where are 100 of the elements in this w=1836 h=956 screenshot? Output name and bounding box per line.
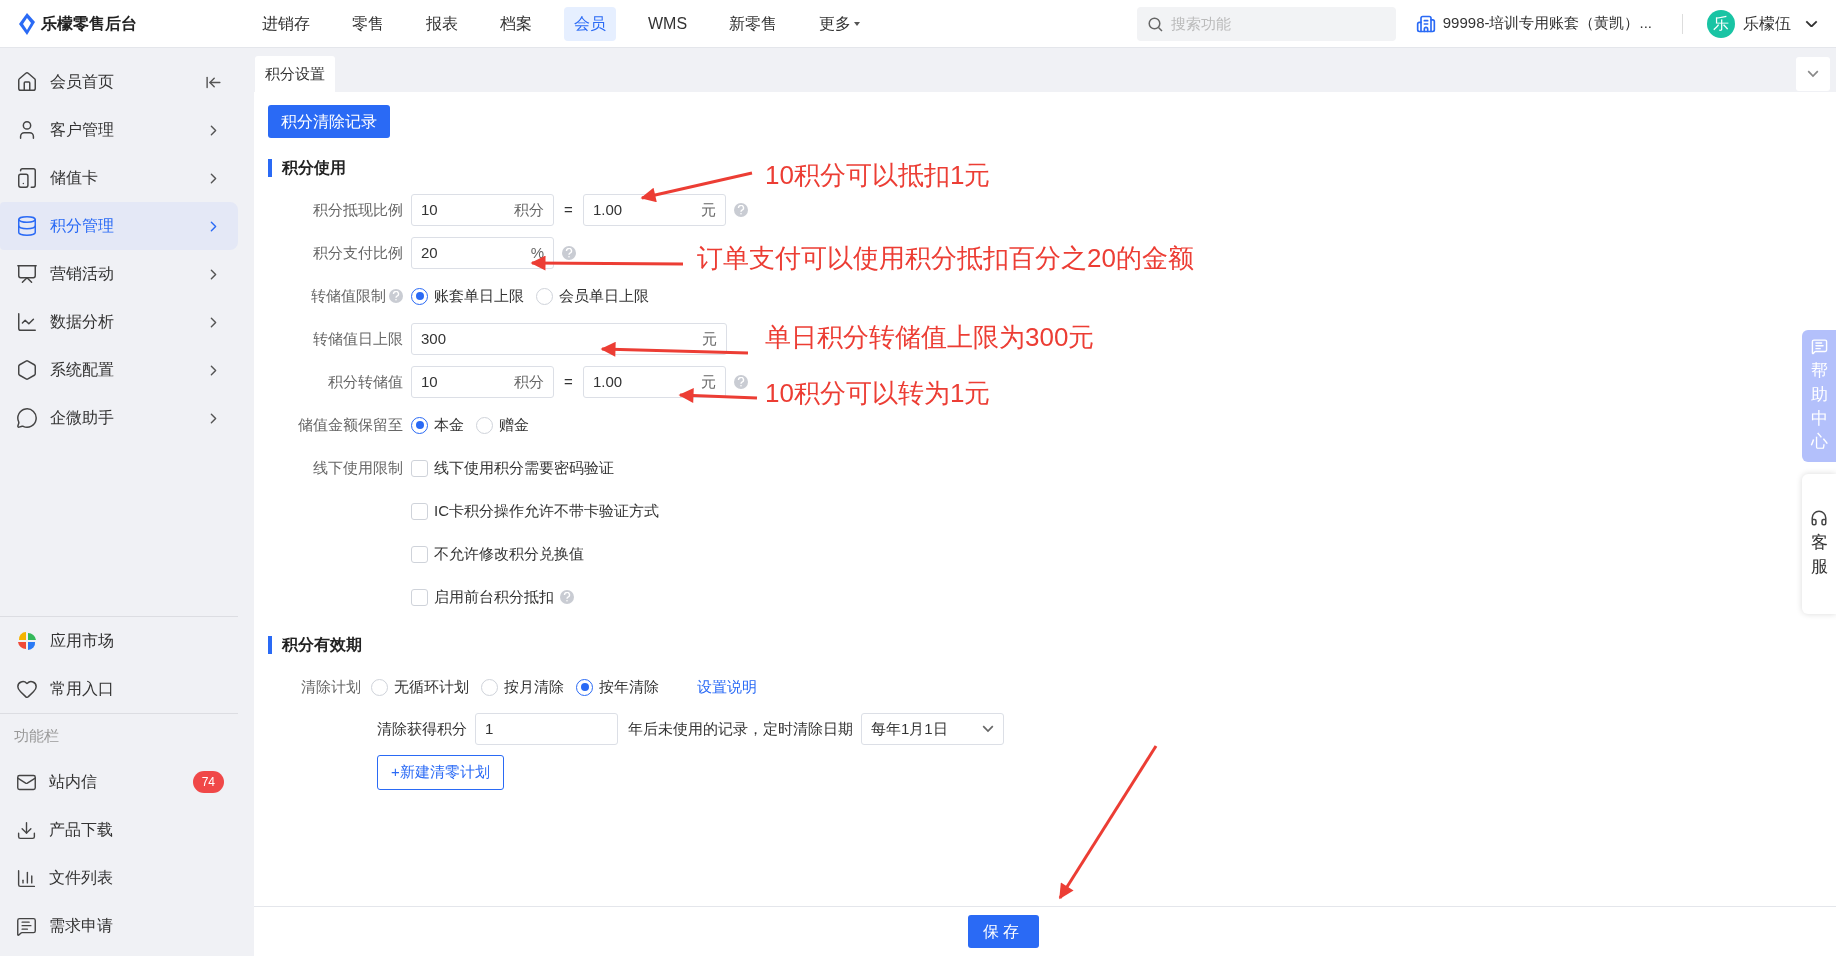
message-icon bbox=[1810, 338, 1828, 355]
chevron-down-icon bbox=[982, 725, 994, 733]
radio-option[interactable]: 按年清除 bbox=[576, 675, 659, 699]
section-title: 积分使用 bbox=[282, 158, 346, 178]
field-label: 清除计划 bbox=[301, 676, 361, 697]
sidebar-item[interactable]: 常用入口 bbox=[0, 665, 238, 713]
field-label: 积分抵现比例 bbox=[313, 199, 403, 220]
radio-option[interactable]: 赠金 bbox=[476, 413, 529, 437]
sidebar-item[interactable]: 应用市场 bbox=[0, 617, 238, 665]
save-button[interactable]: 保存 bbox=[967, 915, 1039, 948]
checkbox[interactable] bbox=[411, 459, 428, 477]
sidebar-item[interactable]: 系统配置 bbox=[0, 346, 238, 394]
help-icon[interactable] bbox=[389, 289, 403, 303]
equals-sign: = bbox=[563, 199, 574, 220]
sidebar-item[interactable]: 产品下载 bbox=[0, 806, 238, 854]
annotation-text: 订单支付可以使用积分抵扣百分之20的金额 bbox=[697, 242, 1195, 275]
input-field[interactable]: 10 积分 bbox=[411, 194, 554, 226]
radio-option[interactable]: 无循环计划 bbox=[371, 675, 469, 699]
sidebar-item[interactable]: 需求申请 bbox=[0, 902, 238, 950]
nav-tab[interactable]: 会员 bbox=[564, 6, 616, 41]
sidebar-item[interactable]: 储值卡 bbox=[0, 154, 238, 202]
headset-icon bbox=[1810, 509, 1828, 528]
line-chart-icon bbox=[16, 311, 38, 333]
radio-option[interactable]: 本金 bbox=[411, 413, 464, 437]
customer-service-tab[interactable]: 客服 bbox=[1802, 474, 1836, 615]
download-icon bbox=[16, 819, 37, 841]
building-icon bbox=[1415, 13, 1436, 34]
checkbox[interactable] bbox=[411, 588, 428, 606]
checkbox-label: IC卡积分操作允许不带卡验证方式 bbox=[434, 500, 659, 521]
hexagon-icon bbox=[16, 359, 38, 381]
field-label: 线下使用限制 bbox=[313, 457, 403, 478]
section-title: 积分有效期 bbox=[282, 635, 362, 655]
sidebar-section-title: 功能栏 bbox=[13, 725, 60, 746]
checkbox-label: 启用前台积分抵扣 bbox=[434, 586, 554, 607]
message-icon bbox=[16, 915, 37, 937]
help-icon[interactable] bbox=[734, 203, 748, 217]
nav-tab[interactable]: 进销存 bbox=[252, 6, 320, 41]
annotation-text: 10积分可以转为1元 bbox=[765, 377, 992, 410]
sidebar-item[interactable]: 积分管理 bbox=[0, 202, 238, 250]
equals-sign: = bbox=[563, 371, 574, 392]
input-field[interactable]: 20 % bbox=[411, 237, 554, 269]
checkbox[interactable] bbox=[411, 502, 428, 520]
help-icon[interactable] bbox=[562, 246, 576, 260]
field-label: 积分转储值 bbox=[328, 371, 403, 392]
dropdown-button[interactable] bbox=[1796, 57, 1830, 91]
sidebar-item[interactable]: 客户管理 bbox=[0, 106, 238, 154]
nav-tab[interactable]: 更多 bbox=[809, 6, 872, 41]
add-plan-button[interactable]: +新建清零计划 bbox=[377, 755, 504, 790]
search-icon bbox=[1147, 16, 1163, 32]
sidebar-item[interactable]: 会员首页 bbox=[0, 58, 238, 106]
nav-tab[interactable]: 报表 bbox=[416, 6, 468, 41]
radio-option[interactable]: 按月清除 bbox=[481, 675, 564, 699]
date-select[interactable]: 每年1月1日 bbox=[861, 713, 1004, 745]
pinwheel-icon bbox=[16, 630, 38, 652]
input-field[interactable]: 10 积分 bbox=[411, 366, 554, 398]
checkbox-label: 不允许修改积分兑换值 bbox=[434, 543, 584, 564]
logo-icon bbox=[18, 12, 36, 35]
help-icon[interactable] bbox=[734, 375, 748, 389]
field-label: 转储值日上限 bbox=[313, 328, 403, 349]
rule-text: 年后未使用的记录，定时清除日期 bbox=[628, 718, 853, 739]
help-icon[interactable] bbox=[560, 590, 574, 604]
user-name[interactable]: 乐檬伍 bbox=[1743, 11, 1791, 36]
sidebar-item[interactable]: 企微助手 bbox=[0, 394, 238, 442]
input-field[interactable]: 1.00 元 bbox=[583, 194, 726, 226]
chevron-down-icon bbox=[1805, 19, 1818, 28]
account-name[interactable]: 99998-培训专用账套（黄凯）... bbox=[1442, 12, 1652, 35]
nav-tab[interactable]: 零售 bbox=[342, 6, 394, 41]
sidebar-item[interactable]: 站内信 74 bbox=[0, 758, 238, 806]
field-label: 储值金额保留至 bbox=[298, 414, 403, 435]
tablet-icon bbox=[16, 167, 38, 189]
input-field[interactable]: 1.00 元 bbox=[583, 366, 726, 398]
field-label: 转储值限制 bbox=[311, 285, 386, 306]
nav-tab[interactable]: WMS bbox=[638, 6, 698, 41]
database-icon bbox=[16, 215, 38, 237]
checkbox-label: 线下使用积分需要密码验证 bbox=[434, 457, 614, 478]
sidebar-item[interactable]: 文件列表 bbox=[0, 854, 238, 902]
search-field[interactable]: 搜索功能 bbox=[1136, 6, 1396, 41]
field-label: 积分支付比例 bbox=[313, 242, 403, 263]
app-logo-title: 乐檬零售后台 bbox=[41, 13, 137, 34]
page-tab[interactable]: 积分设置 bbox=[255, 56, 335, 92]
chevron-down-icon bbox=[1807, 70, 1819, 78]
rule-text: 清除获得积分 bbox=[377, 718, 467, 739]
input-field[interactable]: 1 bbox=[475, 713, 618, 745]
monitor-icon bbox=[16, 263, 38, 285]
input-field[interactable]: 300 元 bbox=[411, 323, 727, 355]
sidebar-item[interactable]: 营销活动 bbox=[0, 250, 238, 298]
chat-bubble-icon bbox=[16, 407, 38, 429]
bar-chart-icon bbox=[16, 867, 37, 889]
caret-icon bbox=[853, 20, 862, 27]
sidebar-item[interactable]: 数据分析 bbox=[0, 298, 238, 346]
count-badge: 74 bbox=[192, 771, 224, 793]
house-icon bbox=[16, 71, 38, 93]
radio-option[interactable]: 会员单日上限 bbox=[536, 284, 649, 308]
checkbox[interactable] bbox=[411, 545, 428, 563]
help-link[interactable]: 设置说明 bbox=[697, 675, 757, 699]
nav-tab[interactable]: 档案 bbox=[490, 6, 542, 41]
radio-option[interactable]: 账套单日上限 bbox=[411, 284, 524, 308]
nav-tab[interactable]: 新零售 bbox=[719, 6, 788, 41]
annotation-text: 10积分可以抵扣1元 bbox=[765, 159, 992, 192]
clear-record-button[interactable]: 积分清除记录 bbox=[268, 105, 390, 138]
